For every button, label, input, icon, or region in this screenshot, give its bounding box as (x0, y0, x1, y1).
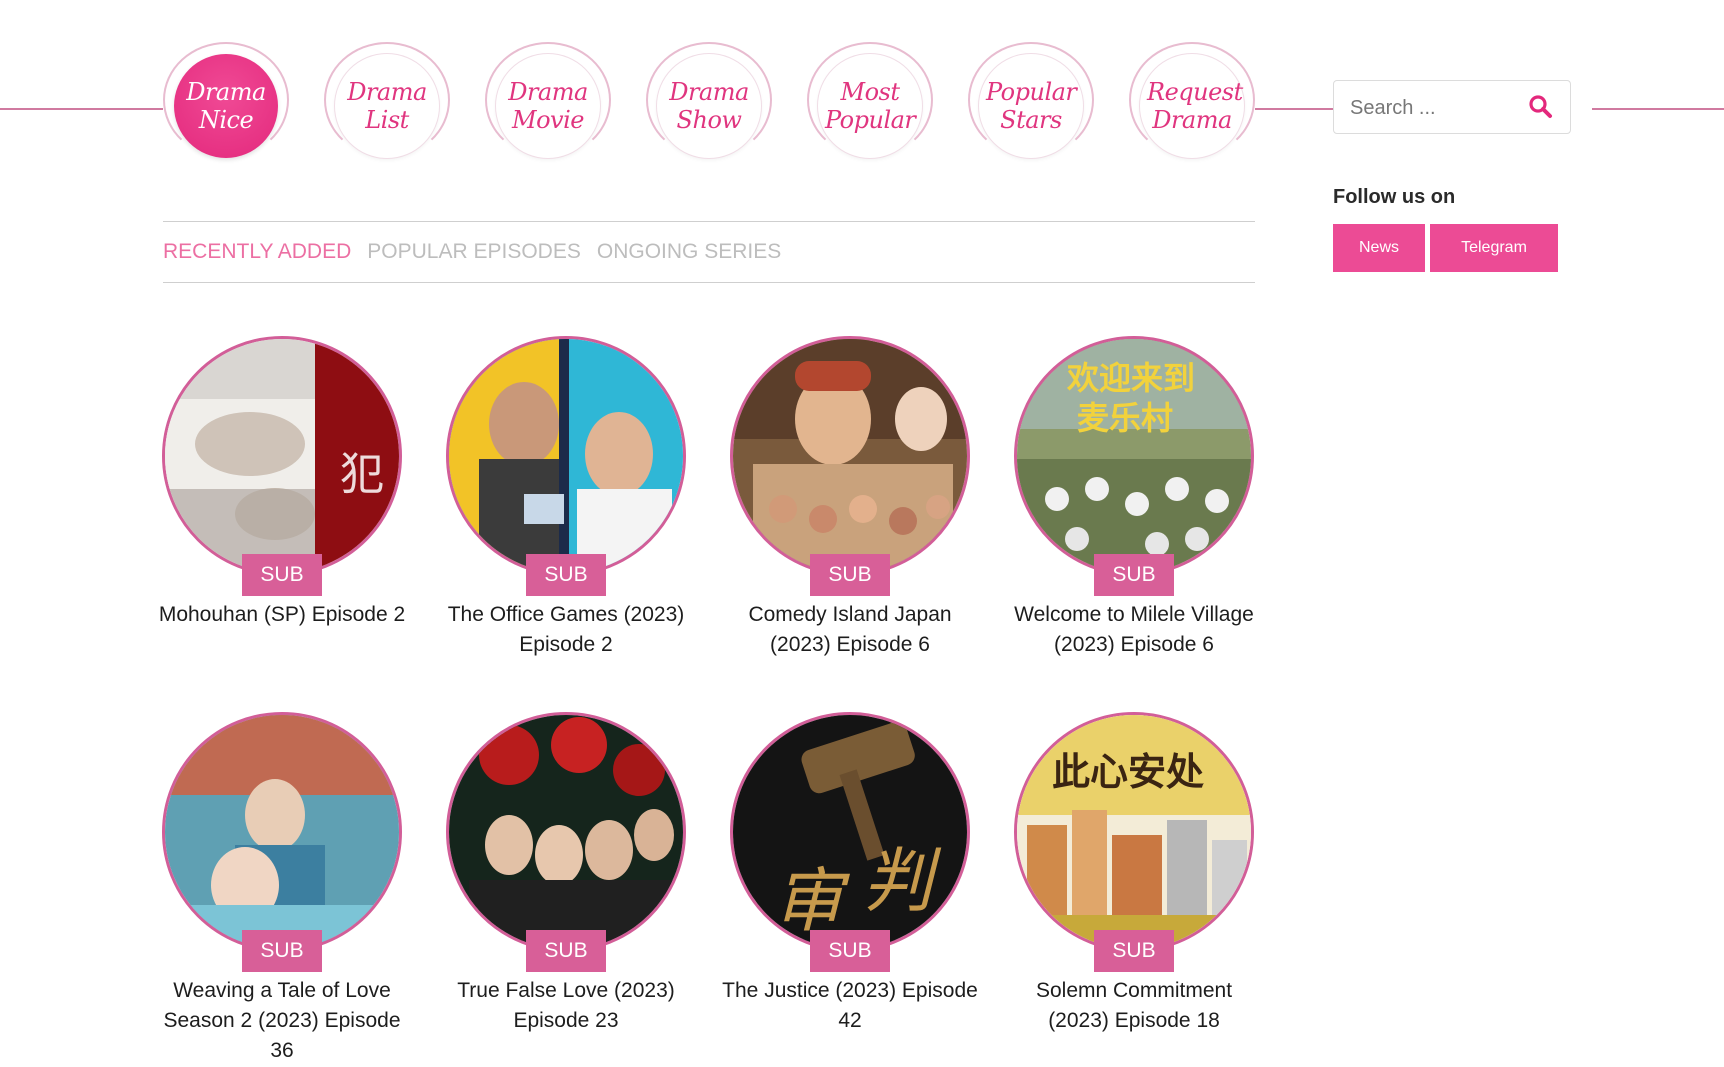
episode-poster[interactable]: 欢迎来到 麦乐村 (1014, 336, 1254, 576)
nav-circle: Drama List (335, 54, 439, 158)
search-icon[interactable] (1528, 94, 1554, 120)
nav-item-drama-list[interactable]: Drama List (324, 42, 450, 158)
poster-image (449, 715, 683, 949)
nav-circle: Drama Show (657, 54, 761, 158)
nav-item-drama-movie[interactable]: Drama Movie (485, 42, 611, 158)
nav-circle: Drama Movie (496, 54, 600, 158)
nav-circle: Request Drama (1140, 54, 1244, 158)
episode-poster[interactable]: 此心安处 (1014, 712, 1254, 952)
episode-poster[interactable] (730, 336, 970, 576)
header-line-left (0, 108, 163, 110)
sub-badge: SUB (242, 554, 322, 596)
nav-label-line2: Drama (1152, 106, 1232, 134)
nav-label: Drama Show (664, 78, 754, 134)
svg-text:判: 判 (863, 840, 942, 922)
nav-item-request-drama[interactable]: Request Drama (1129, 42, 1255, 158)
follow-title: Follow us on (1333, 186, 1456, 208)
nav-circle: Drama Nice (174, 54, 278, 158)
nav-label-line1: Request (1147, 78, 1243, 106)
svg-text:欢迎来到: 欢迎来到 (1066, 359, 1195, 397)
nav-item-drama-show[interactable]: Drama Show (646, 42, 772, 158)
nav-label: Drama Nice (181, 78, 271, 134)
search-box (1333, 80, 1571, 134)
sub-badge: SUB (810, 554, 890, 596)
nav-label-line1: Drama (669, 78, 749, 106)
episode-title[interactable]: Mohouhan (SP) Episode 2 (152, 600, 412, 630)
search-input[interactable] (1348, 94, 1532, 122)
sub-badge: SUB (1094, 554, 1174, 596)
nav-label-line2: Movie (512, 106, 584, 134)
page: Drama Nice Drama List Drama Movie Drama … (0, 0, 1724, 1067)
nav-label-line1: Popular (986, 78, 1077, 106)
poster-image: 审 判 (733, 715, 967, 949)
tab-popular-episodes[interactable]: POPULAR EPISODES (367, 240, 581, 264)
sub-badge: SUB (242, 930, 322, 972)
poster-image (449, 339, 683, 573)
sub-badge: SUB (810, 930, 890, 972)
tab-recently-added[interactable]: RECENTLY ADDED (163, 240, 351, 264)
nav-label-line2: List (365, 106, 409, 134)
tabs-divider-top (163, 221, 1255, 222)
tabs-divider-bottom (163, 282, 1255, 283)
telegram-button[interactable]: Telegram (1430, 224, 1558, 272)
sub-badge: SUB (1094, 930, 1174, 972)
tab-ongoing-series[interactable]: ONGOING SERIES (597, 240, 781, 264)
nav-label-line2: Show (676, 106, 742, 134)
nav-circle: Popular Stars (979, 54, 1083, 158)
poster-image: 犯 (165, 339, 399, 573)
episode-poster[interactable]: 犯 (162, 336, 402, 576)
episode-title[interactable]: The Office Games (2023) Episode 2 (436, 600, 696, 660)
episode-poster[interactable] (446, 712, 686, 952)
poster-image (733, 339, 967, 573)
episode-title[interactable]: True False Love (2023) Episode 23 (436, 976, 696, 1036)
poster-image (165, 715, 399, 949)
nav-label-line2: Popular (825, 106, 916, 134)
svg-text:犯: 犯 (340, 449, 384, 500)
tab-bar: RECENTLY ADDED POPULAR EPISODES ONGOING … (163, 240, 781, 264)
header-line-middle (1255, 108, 1333, 110)
episode-title[interactable]: Weaving a Tale of Love Season 2 (2023) E… (152, 976, 412, 1066)
nav-label: Popular Stars (986, 78, 1077, 134)
nav-label-line1: Drama (347, 78, 427, 106)
episode-poster[interactable]: 审 判 (730, 712, 970, 952)
poster-image: 欢迎来到 麦乐村 (1017, 339, 1251, 573)
svg-text:麦乐村: 麦乐村 (1077, 399, 1173, 437)
nav-item-most-popular[interactable]: Most Popular (807, 42, 933, 158)
episode-title[interactable]: Comedy Island Japan (2023) Episode 6 (720, 600, 980, 660)
episode-title[interactable]: Welcome to Milele Village (2023) Episode… (1004, 600, 1264, 660)
nav-circle: Most Popular (818, 54, 922, 158)
episode-title[interactable]: The Justice (2023) Episode 42 (720, 976, 980, 1036)
nav-item-popular-stars[interactable]: Popular Stars (968, 42, 1094, 158)
episode-title[interactable]: Solemn Commitment (2023) Episode 18 (1004, 976, 1264, 1036)
nav-label-line1: Most (840, 78, 900, 106)
nav-item-drama-nice[interactable]: Drama Nice (163, 42, 289, 158)
nav-label-line1: Drama (508, 78, 588, 106)
header-line-right (1592, 108, 1724, 110)
nav-label-line1: Drama (186, 78, 266, 106)
episode-poster[interactable] (446, 336, 686, 576)
nav-label: Drama Movie (503, 78, 593, 134)
nav-label-line2: Stars (1000, 106, 1062, 134)
nav-label: Drama List (342, 78, 432, 134)
poster-image: 此心安处 (1017, 715, 1251, 949)
episode-poster[interactable] (162, 712, 402, 952)
news-button[interactable]: News (1333, 224, 1425, 272)
sub-badge: SUB (526, 554, 606, 596)
svg-text:此心安处: 此心安处 (1052, 749, 1204, 794)
nav-label: Most Popular (825, 78, 916, 134)
nav-label-line2: Nice (198, 106, 254, 134)
nav-label: Request Drama (1147, 78, 1243, 134)
sub-badge: SUB (526, 930, 606, 972)
